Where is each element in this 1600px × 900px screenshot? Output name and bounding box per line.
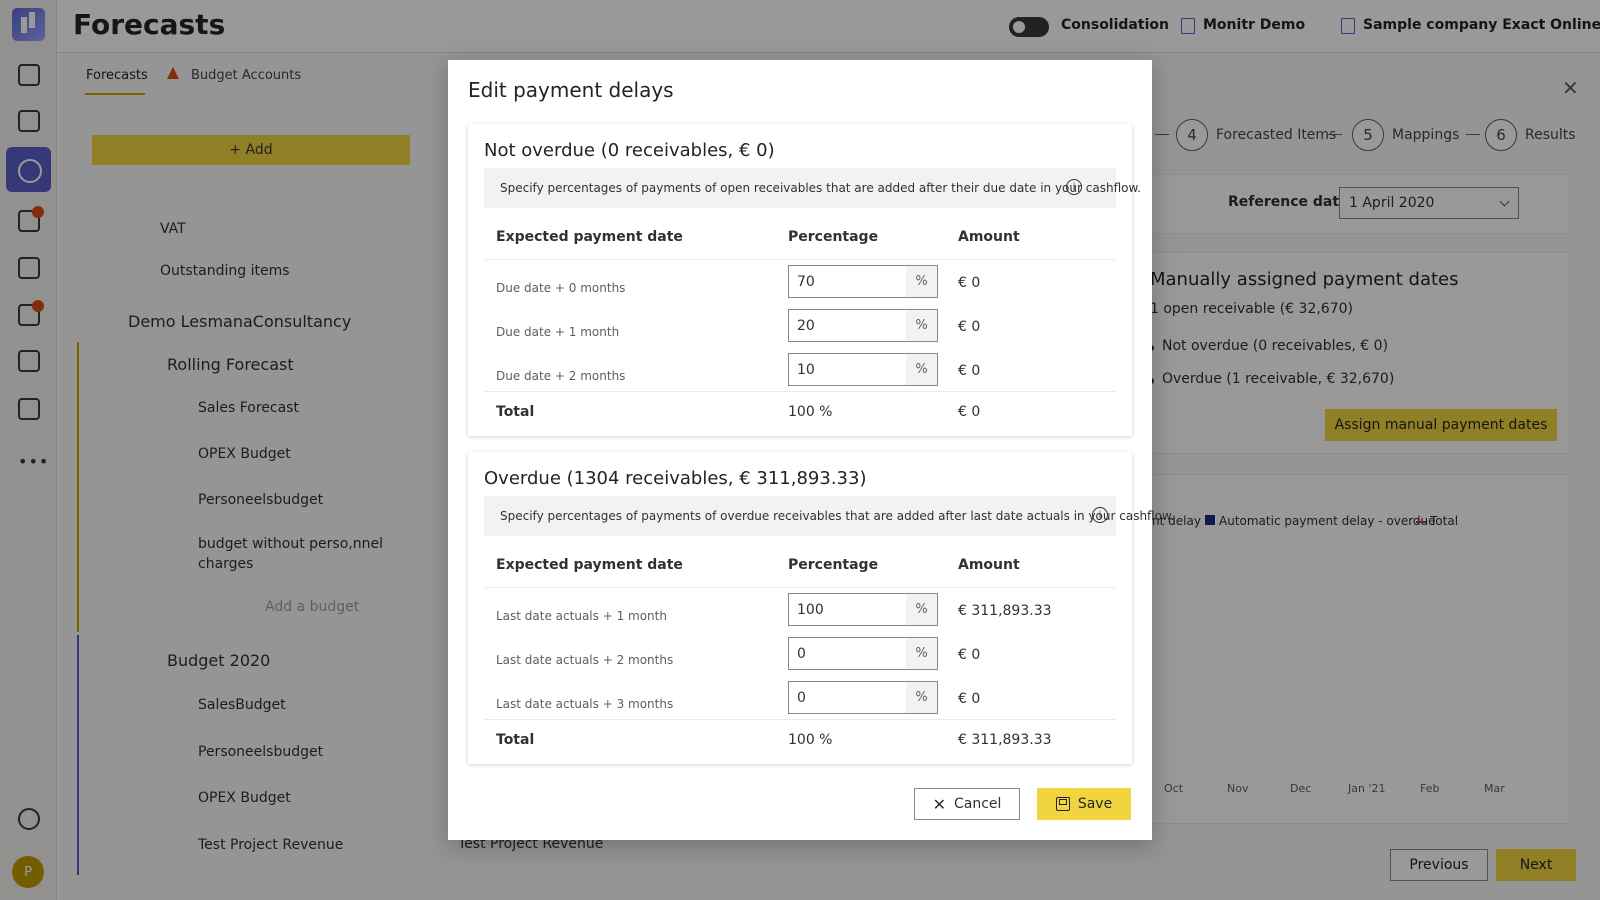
- percent-suffix: %: [906, 266, 937, 297]
- row-label: Last date actuals + 2 months: [496, 653, 674, 667]
- percentage-field[interactable]: [789, 638, 907, 669]
- percentage-field[interactable]: [789, 682, 907, 713]
- total-percentage: 100 %: [788, 732, 833, 748]
- row-label: Last date actuals + 3 months: [496, 697, 674, 711]
- percentage-input[interactable]: %: [788, 593, 938, 626]
- overdue-section: Overdue (1304 receivables, € 311,893.33)…: [468, 452, 1174, 764]
- not-overdue-section: Not overdue (0 receivables, € 0) Specify…: [468, 124, 1141, 436]
- col-header-date: Expected payment date: [496, 229, 683, 245]
- col-header-percentage: Percentage: [788, 229, 879, 245]
- row-amount: € 0: [958, 275, 981, 291]
- row-divider: [484, 259, 1116, 260]
- percent-suffix: %: [906, 682, 937, 713]
- row-amount: € 311,893.33: [958, 603, 1052, 619]
- section-title: Overdue (1304 receivables, € 311,893.33): [484, 468, 867, 489]
- total-percentage: 100 %: [788, 404, 833, 420]
- row-amount: € 0: [958, 647, 981, 663]
- row-amount: € 0: [958, 363, 981, 379]
- info-text: Specify percentages of payments of overd…: [500, 509, 1175, 523]
- col-header-amount: Amount: [958, 229, 1020, 245]
- percentage-field[interactable]: [789, 354, 907, 385]
- total-amount: € 0: [958, 404, 981, 420]
- save-button[interactable]: Save: [1037, 788, 1131, 820]
- col-header-amount: Amount: [958, 557, 1020, 573]
- row-amount: € 0: [958, 691, 981, 707]
- percentage-input[interactable]: %: [788, 681, 938, 714]
- row-label: Due date + 2 months: [496, 369, 626, 383]
- edit-payment-delays-dialog: Edit payment delays Not overdue (0 recei…: [448, 60, 1174, 840]
- info-box: Specify percentages of payments of overd…: [484, 496, 1174, 536]
- row-label: Last date actuals + 1 month: [496, 609, 667, 623]
- percentage-field[interactable]: [789, 310, 907, 341]
- close-icon: ✕: [932, 794, 946, 814]
- percent-suffix: %: [906, 594, 937, 625]
- percentage-input[interactable]: %: [788, 353, 938, 386]
- percentage-input[interactable]: %: [788, 265, 938, 298]
- dialog-title: Edit payment delays: [468, 78, 674, 102]
- total-amount: € 311,893.33: [958, 732, 1052, 748]
- percentage-input[interactable]: %: [788, 309, 938, 342]
- row-divider: [484, 587, 1116, 588]
- row-amount: € 0: [958, 319, 981, 335]
- total-label: Total: [496, 732, 535, 748]
- total-label: Total: [496, 404, 535, 420]
- percent-suffix: %: [906, 354, 937, 385]
- row-label: Due date + 1 month: [496, 325, 620, 339]
- cancel-button[interactable]: ✕ Cancel: [914, 788, 1020, 820]
- percentage-field[interactable]: [789, 266, 907, 297]
- info-icon[interactable]: i: [1066, 179, 1082, 195]
- col-header-date: Expected payment date: [496, 557, 683, 573]
- row-divider: [484, 391, 1116, 392]
- percent-suffix: %: [906, 310, 937, 341]
- save-icon: [1055, 797, 1070, 811]
- row-label: Due date + 0 months: [496, 281, 626, 295]
- percent-suffix: %: [906, 638, 937, 669]
- col-header-percentage: Percentage: [788, 557, 879, 573]
- percentage-input[interactable]: %: [788, 637, 938, 670]
- row-divider: [484, 719, 1116, 720]
- section-title: Not overdue (0 receivables, € 0): [484, 140, 775, 161]
- info-box: Specify percentages of payments of open …: [484, 168, 1141, 208]
- percentage-field[interactable]: [789, 594, 907, 625]
- info-icon[interactable]: i: [1092, 507, 1108, 523]
- info-text: Specify percentages of payments of open …: [500, 181, 1141, 195]
